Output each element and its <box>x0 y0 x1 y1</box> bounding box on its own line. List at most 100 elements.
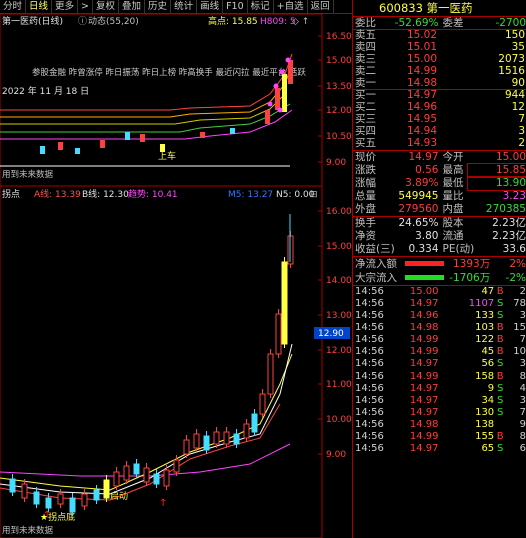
sub-candle <box>9 478 16 493</box>
tick-row: 14:56 14.99 122 B 7 <box>353 334 526 346</box>
kline-chart[interactable]: 第一医药(日线) ⓘ 动态(55,20) 高点: 15.85 H809: 5 ◇… <box>0 13 352 538</box>
ask-volume: 2073 <box>498 52 525 65</box>
tick-volume: 138 <box>475 418 495 430</box>
stat-value: 270385 <box>485 202 526 215</box>
tick-price: 14.99 <box>409 370 439 382</box>
menu-item-9[interactable]: F10 <box>223 0 248 14</box>
ask-label: 卖一 <box>355 76 376 89</box>
main-candle <box>200 132 205 138</box>
toolbar: 分时 日线 更多 > 复权 叠加 历史 统计 画线 F10 标记 +自选 返回 <box>0 0 352 14</box>
main-y-tick: 13.50 <box>326 82 352 92</box>
menu-item-1[interactable]: 日线 <box>26 0 53 14</box>
menu-item-11[interactable]: +自选 <box>274 0 308 14</box>
stat-label: PE(动) <box>442 242 475 255</box>
stat-label: 股本 <box>442 216 464 229</box>
tick-time: 14:56 <box>355 418 384 430</box>
tick-price: 14.98 <box>409 418 439 430</box>
sub-candle <box>163 469 170 487</box>
a-line-label: A线: 13.39 <box>34 188 81 200</box>
tick-volume: 122 <box>475 334 495 346</box>
tick-row: 14:56 14.97 130 S 7 <box>353 407 526 419</box>
bid-row: 买五 14.93 2 <box>353 137 526 150</box>
tick-list[interactable]: 14:56 15.00 47 B 2 14:56 14.97 1107 S 78 14:56 14.9… <box>353 286 526 455</box>
menu-item-6[interactable]: 历史 <box>145 0 172 14</box>
menu-item-10[interactable]: 标记 <box>248 0 274 14</box>
tick-price: 14.97 <box>409 406 439 418</box>
menu-item-12[interactable]: 返回 <box>308 0 334 14</box>
ask-price: 14.98 <box>406 76 437 89</box>
tick-volume: 158 <box>475 370 495 382</box>
tick-count: 3 <box>519 310 526 322</box>
m5-label: M5: 13.27 <box>228 190 273 200</box>
info-icon[interactable]: ⓘ <box>78 16 87 27</box>
tick-row: 14:56 14.98 138 9 <box>353 419 526 431</box>
order-ratio-row: 委比 -52.69% 委差 -2700 <box>353 17 526 30</box>
date-text: 2022 年 11 月 18 日 <box>2 85 89 97</box>
bid-book: 买一 14.97 944 买二 14.96 12 买三 14.95 7 买四 14.94 3 买五 14.… <box>353 90 526 151</box>
main-y-tick: 12.00 <box>326 106 352 116</box>
main-candle <box>265 110 270 124</box>
main-signal-dot <box>267 101 273 107</box>
ask-price: 15.00 <box>406 52 437 65</box>
tick-direction: B <box>496 346 504 358</box>
ask-volume: 35 <box>511 40 525 53</box>
menu-item-2[interactable]: 更多 <box>52 0 79 14</box>
indicator-label: 动态(55,20) <box>88 15 139 27</box>
main-y-tick: 10.50 <box>326 132 352 142</box>
sub-candle <box>103 479 110 499</box>
up-arrow-icon: ↑ <box>159 498 167 509</box>
menu-item-7[interactable]: 统计 <box>171 0 198 14</box>
sub-candle <box>173 459 180 473</box>
flow-label: 大宗流入 <box>355 271 397 284</box>
tick-volume: 34 <box>481 394 495 406</box>
tick-direction: S <box>496 298 504 309</box>
tick-row: 14:56 14.97 65 S 6 <box>353 443 526 455</box>
menu-item-3[interactable]: > <box>78 0 94 14</box>
menu-item-5[interactable]: 叠加 <box>119 0 146 14</box>
sub-candle <box>133 463 140 475</box>
main-candle <box>40 146 45 154</box>
tick-row: 14:56 15.00 47 B 2 <box>353 286 526 298</box>
ask-row: 卖二 14.99 1516 <box>353 65 526 78</box>
tick-count: 15 <box>513 322 526 334</box>
flow-row: 大宗流入 -1706万 -2% <box>353 271 526 285</box>
menu-item-4[interactable]: 复权 <box>93 0 120 14</box>
tick-direction: S <box>496 394 504 406</box>
tick-row: 14:56 14.99 158 B 8 <box>353 371 526 383</box>
stat-label: 外盘 <box>355 202 376 215</box>
tick-count: 3 <box>519 394 526 406</box>
menu-item-8[interactable]: 画线 <box>197 0 224 14</box>
tick-row: 14:56 14.99 45 B 10 <box>353 346 526 358</box>
tick-time: 14:56 <box>355 382 384 394</box>
tick-volume: 9 <box>487 382 495 394</box>
menu-item-0[interactable]: 分时 <box>0 0 27 14</box>
stat-label: 流通 <box>442 229 464 242</box>
current-price-tag-text: 12.90 <box>318 329 344 339</box>
main-candle <box>160 144 165 152</box>
ask-volume: 90 <box>511 76 525 89</box>
sub-candle <box>275 313 282 355</box>
main-candle <box>58 142 63 150</box>
ask-row: 卖三 15.00 2073 <box>353 52 526 66</box>
n5-label: N5: 0.00 <box>276 190 315 200</box>
stat-value: 3.80 <box>415 229 439 242</box>
stat-label: 总量 <box>355 189 376 202</box>
tick-time: 14:56 <box>355 310 384 322</box>
tick-direction: S <box>496 443 504 455</box>
tick-direction: B <box>496 370 504 382</box>
bid-row: 买三 14.95 7 <box>353 113 526 126</box>
lock-icon[interactable]: ⊟ <box>310 190 318 200</box>
tick-volume: 133 <box>475 310 495 322</box>
tick-time: 14:56 <box>355 370 384 382</box>
stock-header[interactable]: 600833 第一医药 <box>353 0 526 17</box>
sub-candle <box>143 467 150 483</box>
stat-value: 33.6 <box>502 242 526 255</box>
tick-volume: 1107 <box>468 298 495 309</box>
main-candle <box>288 60 293 84</box>
tick-time: 14:56 <box>355 431 384 443</box>
chart-area[interactable]: 第一医药(日线) ⓘ 动态(55,20) 高点: 15.85 H809: 5 ◇… <box>0 13 352 538</box>
tick-price: 14.98 <box>409 322 439 334</box>
tag-label: 上车 <box>158 150 176 162</box>
nav-arrows-icon[interactable]: ◇ ↑ <box>292 17 309 27</box>
tick-time: 14:56 <box>355 346 384 358</box>
